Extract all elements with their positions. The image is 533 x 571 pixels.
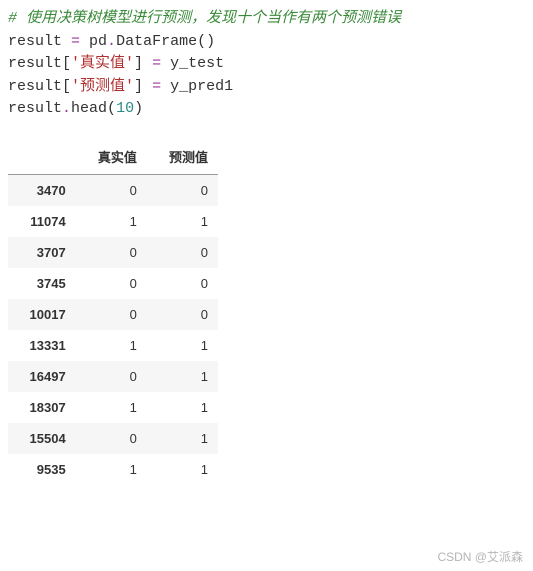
table-row: 953511 — [8, 454, 218, 485]
watermark: CSDN @艾派森 — [437, 548, 523, 565]
column-header: 真实值 — [76, 139, 147, 175]
code-comment: # 使用决策树模型进行预测，发现十个当作有两个预测错误 — [8, 10, 401, 27]
cell: 1 — [147, 330, 218, 361]
cell: 1 — [76, 392, 147, 423]
cell: 1 — [147, 454, 218, 485]
code-token: = — [152, 55, 161, 72]
row-index: 13331 — [8, 330, 76, 361]
code-token: 10 — [116, 100, 134, 117]
row-index: 15504 — [8, 423, 76, 454]
cell: 0 — [147, 237, 218, 268]
dataframe-table: 真实值 预测值 347000 1107411 370700 374500 100… — [8, 139, 218, 485]
cell: 1 — [147, 206, 218, 237]
code-token: result — [8, 100, 62, 117]
code-token: y_pred1 — [161, 78, 233, 95]
code-token: '真实值' — [71, 55, 134, 72]
dataframe-output: 真实值 预测值 347000 1107411 370700 374500 100… — [8, 139, 218, 485]
code-token: DataFrame — [116, 33, 197, 50]
code-token: head — [71, 100, 107, 117]
row-index: 10017 — [8, 299, 76, 330]
cell: 0 — [147, 174, 218, 206]
code-token: . — [107, 33, 116, 50]
code-token: () — [197, 33, 215, 50]
column-header: 预测值 — [147, 139, 218, 175]
cell: 1 — [76, 454, 147, 485]
code-token: y_test — [161, 55, 224, 72]
cell: 0 — [147, 299, 218, 330]
cell: 1 — [76, 330, 147, 361]
code-block: # 使用决策树模型进行预测，发现十个当作有两个预测错误 result = pd.… — [8, 8, 525, 121]
table-row: 370700 — [8, 237, 218, 268]
code-token: ) — [134, 100, 143, 117]
cell: 1 — [147, 392, 218, 423]
code-token: ( — [107, 100, 116, 117]
table-row: 1830711 — [8, 392, 218, 423]
cell: 1 — [76, 206, 147, 237]
code-token: pd — [80, 33, 107, 50]
table-header-row: 真实值 预测值 — [8, 139, 218, 175]
cell: 1 — [147, 361, 218, 392]
code-token — [143, 55, 152, 72]
cell: 0 — [76, 361, 147, 392]
table-row: 1107411 — [8, 206, 218, 237]
code-token: result — [8, 33, 71, 50]
row-index: 3745 — [8, 268, 76, 299]
row-index: 16497 — [8, 361, 76, 392]
table-row: 374500 — [8, 268, 218, 299]
code-token: ] — [134, 78, 143, 95]
cell: 0 — [76, 237, 147, 268]
code-token — [143, 78, 152, 95]
cell: 0 — [76, 423, 147, 454]
row-index: 18307 — [8, 392, 76, 423]
row-index: 3470 — [8, 174, 76, 206]
code-token: = — [71, 33, 80, 50]
table-row: 1550401 — [8, 423, 218, 454]
row-index: 11074 — [8, 206, 76, 237]
cell: 1 — [147, 423, 218, 454]
row-index: 9535 — [8, 454, 76, 485]
code-token: ] — [134, 55, 143, 72]
table-row: 1649701 — [8, 361, 218, 392]
code-token: . — [62, 100, 71, 117]
table-row: 1333111 — [8, 330, 218, 361]
code-token: [ — [62, 78, 71, 95]
code-token: [ — [62, 55, 71, 72]
cell: 0 — [76, 268, 147, 299]
code-token: result — [8, 55, 62, 72]
code-token: result — [8, 78, 62, 95]
table-corner — [8, 139, 76, 175]
cell: 0 — [76, 299, 147, 330]
code-token: = — [152, 78, 161, 95]
code-token: '预测值' — [71, 78, 134, 95]
table-row: 1001700 — [8, 299, 218, 330]
table-row: 347000 — [8, 174, 218, 206]
cell: 0 — [76, 174, 147, 206]
row-index: 3707 — [8, 237, 76, 268]
cell: 0 — [147, 268, 218, 299]
